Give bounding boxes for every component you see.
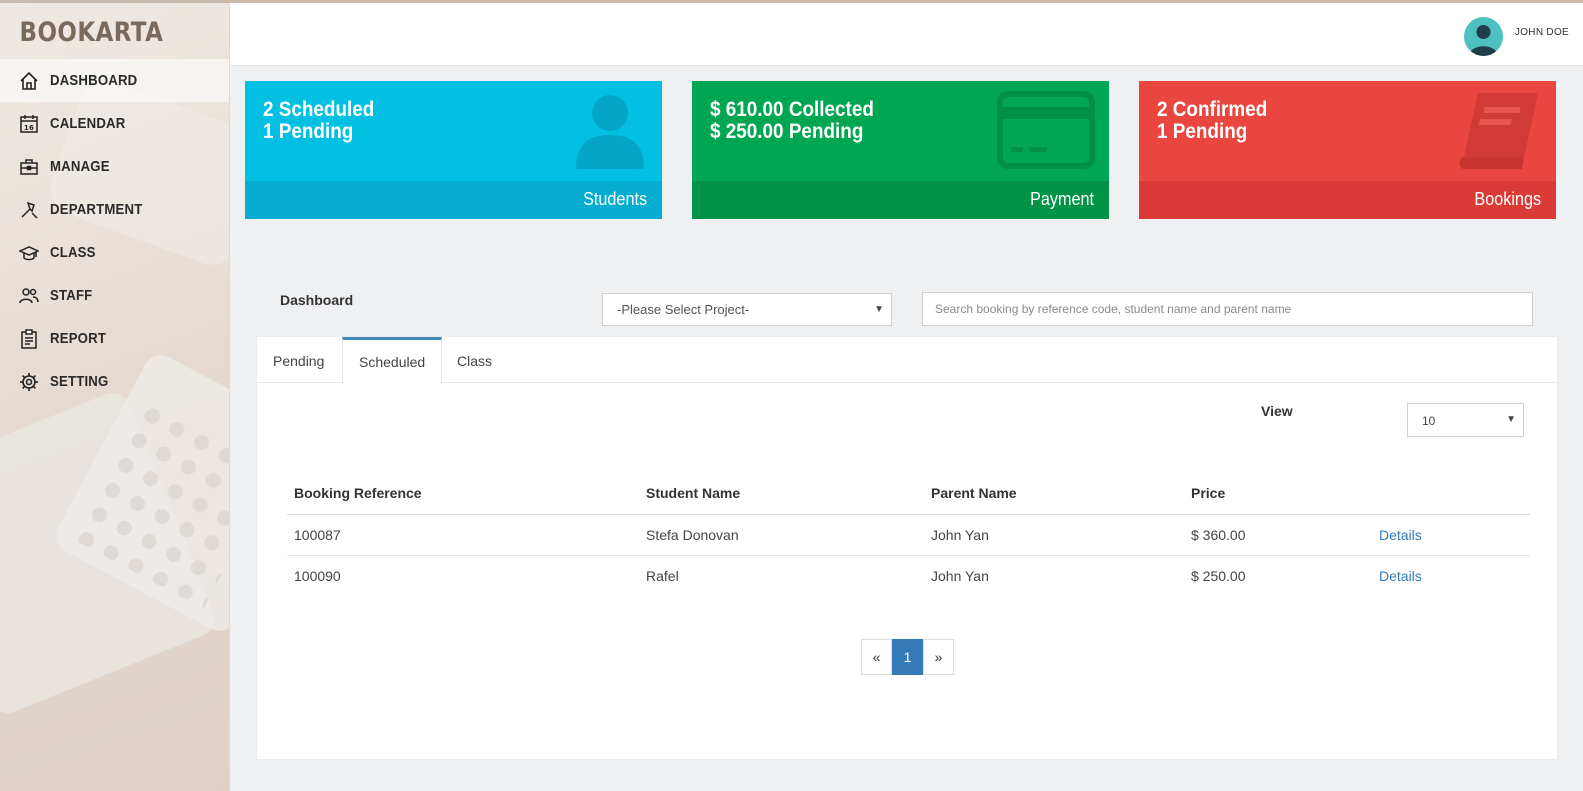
sidebar-item-label: STAFF (50, 287, 93, 304)
card-footer-label: Bookings (1474, 189, 1541, 209)
sidebar-item-report[interactable]: REPORT (0, 317, 229, 360)
username[interactable]: JOHN DOE (1515, 27, 1569, 38)
parent-name-cell: John Yan (924, 514, 1184, 556)
column-header-parent-name[interactable]: Parent Name (924, 472, 1184, 515)
sidebar-item-label: SETTING (50, 373, 109, 390)
details-link[interactable]: Details (1379, 527, 1422, 543)
student-name-cell: Rafel (646, 568, 679, 584)
credit-card-icon (997, 91, 1095, 174)
card-line-1: $ 610.00 Collected (710, 98, 874, 121)
tab-scheduled[interactable]: Scheduled (342, 337, 443, 384)
parent-name-cell: John Yan (931, 568, 989, 584)
project-select[interactable]: -Please Select Project- ▼ (602, 293, 892, 326)
sidebar-item-label: DEPARTMENT (50, 201, 143, 218)
view-label: View (1261, 403, 1293, 419)
sidebar-item-setting[interactable]: SETTING (0, 360, 229, 403)
sidebar-item-staff[interactable]: STAFF (0, 274, 229, 317)
column-header-action (1372, 472, 1530, 515)
top-header: JOHN DOE (230, 3, 1583, 66)
student-name-cell: Stefa Donovan (639, 514, 924, 556)
user-avatar-icon (1469, 25, 1498, 56)
sidebar-item-manage[interactable]: MANAGE (0, 145, 229, 188)
sidebar-item-label: CALENDAR (50, 115, 126, 132)
column-header-price[interactable]: Price (1184, 472, 1372, 515)
calendar-icon: 16 (18, 113, 40, 135)
chevron-down-icon: ▼ (1506, 414, 1516, 425)
table-row: 100087 Stefa Donovan John Yan $ 360.00 D… (287, 514, 1530, 556)
tab-bar: Pending Scheduled Class (257, 337, 1557, 384)
card-line-2: $ 250.00 Pending (710, 120, 864, 143)
sidebar-item-label: REPORT (50, 330, 107, 347)
card-footer-label: Payment (1030, 189, 1094, 209)
tab-class[interactable]: Class (441, 337, 508, 383)
table-row: 100090 Rafel John Yan $ 250.00 Details (287, 556, 1530, 597)
bookings-table: Booking Reference Student Name Parent Na… (287, 472, 1530, 596)
card-footer: Students (245, 181, 662, 219)
students-stat-card[interactable]: 2 Scheduled 1 Pending Students (245, 81, 662, 219)
svg-text:16: 16 (24, 124, 34, 132)
tab-pending[interactable]: Pending (257, 337, 340, 383)
sidebar-item-class[interactable]: CLASS (0, 231, 229, 274)
page-size-value: 10 (1422, 414, 1436, 428)
table-header-row: Booking Reference Student Name Parent Na… (287, 472, 1530, 515)
graduation-cap-icon (18, 242, 40, 264)
sidebar-item-label: DASHBOARD (50, 72, 138, 89)
pagination-next-button[interactable]: » (923, 639, 954, 675)
card-footer: Payment (692, 181, 1109, 219)
pagination-prev-button[interactable]: « (861, 639, 892, 675)
bookings-panel: Pending Scheduled Class View 10 ▼ Bookin… (256, 336, 1558, 760)
payment-stat-card[interactable]: $ 610.00 Collected $ 250.00 Pending Paym… (692, 81, 1109, 219)
tools-icon (18, 199, 40, 221)
sidebar-item-label: MANAGE (50, 158, 110, 175)
booking-reference-cell: 100090 (294, 568, 341, 584)
sidebar-item-calendar[interactable]: 16 CALENDAR (0, 102, 229, 145)
book-icon (1458, 91, 1542, 176)
pagination: « 1 » (861, 639, 954, 675)
booking-reference-cell: 100087 (287, 514, 639, 556)
bookings-stat-card[interactable]: 2 Confirmed 1 Pending Bookings (1139, 81, 1556, 219)
price-cell: $ 250.00 (1191, 568, 1246, 584)
card-line-2: 1 Pending (263, 120, 354, 143)
pagination-page-button[interactable]: 1 (892, 639, 923, 675)
sidebar-nav: DASHBOARD 16 CALENDAR MANAGE DEPARTMENT … (0, 59, 229, 403)
sidebar-item-department[interactable]: DEPARTMENT (0, 188, 229, 231)
card-footer-label: Students (583, 189, 647, 209)
card-line-1: 2 Confirmed (1157, 98, 1268, 121)
page-size-select[interactable]: 10 ▼ (1407, 403, 1524, 437)
price-cell: $ 360.00 (1184, 514, 1372, 556)
briefcase-icon (18, 156, 40, 178)
card-line-1: 2 Scheduled (263, 98, 375, 121)
users-icon (18, 285, 40, 307)
home-icon (18, 70, 40, 92)
project-select-value: -Please Select Project- (617, 302, 750, 317)
booking-search-input[interactable] (922, 292, 1533, 326)
clipboard-icon (18, 328, 40, 350)
sidebar-item-dashboard[interactable]: DASHBOARD (0, 59, 229, 102)
sidebar: BOOKARTA DASHBOARD 16 CALENDAR MANAGE DE… (0, 3, 230, 791)
column-header-booking-reference[interactable]: Booking Reference (287, 472, 639, 515)
details-link[interactable]: Details (1379, 568, 1422, 584)
sidebar-item-label: CLASS (50, 244, 96, 261)
column-header-student-name[interactable]: Student Name (639, 472, 924, 515)
gear-icon (18, 371, 40, 393)
brand-logo[interactable]: BOOKARTA (0, 3, 195, 59)
user-icon (572, 91, 648, 176)
card-footer: Bookings (1139, 181, 1556, 219)
avatar[interactable] (1464, 17, 1503, 56)
card-line-2: 1 Pending (1157, 120, 1248, 143)
chevron-down-icon: ▼ (874, 304, 884, 315)
section-title: Dashboard (280, 292, 354, 308)
